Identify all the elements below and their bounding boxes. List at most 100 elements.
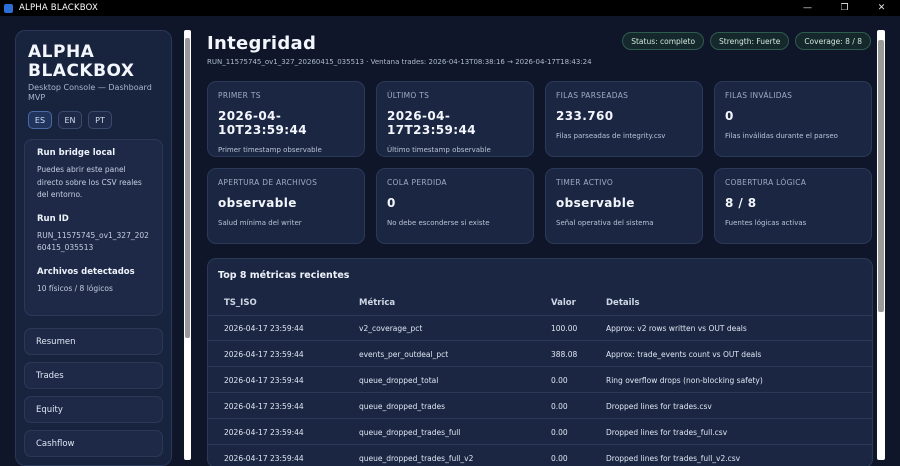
card-apertura-archivos: APERTURA DE ARCHIVOS observable Salud mí… [207,168,365,244]
cell-metric: events_per_outdeal_pct [359,350,449,359]
cell-metric: queue_dropped_trades_full_v2 [359,454,474,463]
cell-ts: 2026-04-17 23:59:44 [224,402,304,411]
cell-ts: 2026-04-17 23:59:44 [224,428,304,437]
main-scrollbar-thumb[interactable] [878,40,884,312]
lang-en-button[interactable]: EN [58,111,82,129]
sidebar-item-trades[interactable]: Trades [24,362,163,389]
card-label: COLA PERDIDA [387,178,447,187]
card-value: observable [218,196,297,210]
main-scrollbar[interactable] [877,30,885,466]
card-label: APERTURA DE ARCHIVOS [218,178,318,187]
cell-details: Dropped lines for trades_full.csv [606,428,728,437]
card-label: ÚLTIMO TS [387,91,430,100]
cell-details: Dropped lines for trades.csv [606,402,712,411]
sidebar-scrollbar-thumb[interactable] [185,38,190,338]
sidebar-item-equity[interactable]: Equity [24,396,163,423]
sidebar-item-resumen[interactable]: Resumen [24,328,163,355]
card-value: 0 [725,109,734,123]
card-desc: Último timestamp observable [387,146,491,154]
card-value: 233.760 [556,109,614,123]
main-content: Integridad RUN_11575745_ov1_327_20260415… [196,16,876,466]
bridge-title: Run bridge local [37,148,116,158]
cell-metric: queue_dropped_total [359,376,439,385]
minimize-button[interactable]: — [789,0,826,16]
run-bridge-panel: Run bridge local Puedes abrir este panel… [24,139,163,316]
run-id-value: RUN_11575745_ov1_327_20260415_035513 [37,230,149,253]
cell-ts: 2026-04-17 23:59:44 [224,376,304,385]
close-button[interactable]: ✕ [863,0,900,16]
cell-details: Dropped lines for trades_full_v2.csv [606,454,741,463]
brand-line-2: BLACKBOX [28,61,135,81]
table-header: TS_ISO Métrica Valor Details [208,290,872,316]
window-titlebar: ALPHA BLACKBOX — ❐ ✕ [0,0,900,16]
card-desc: Señal operativa del sistema [556,219,654,227]
card-desc: Filas inválidas durante el parseo [725,132,838,140]
page-title: Integridad [207,33,317,54]
card-label: TIMER ACTIVO [556,178,614,187]
column-header-ts[interactable]: TS_ISO [224,298,257,308]
brand-title: ALPHA BLACKBOX [28,43,159,81]
app-icon [4,3,13,13]
table-row: 2026-04-17 23:59:44 queue_dropped_trades… [208,394,872,419]
sidebar-item-cashflow[interactable]: Cashflow [24,430,163,457]
card-label: FILAS INVÁLIDAS [725,91,793,100]
card-timer-activo: TIMER ACTIVO observable Señal operativa … [545,168,703,244]
card-value: observable [556,196,635,210]
window-title: ALPHA BLACKBOX [19,3,98,13]
bridge-text: Puedes abrir este panel directo sobre lo… [37,165,142,199]
card-desc: Primer timestamp observable [218,146,322,154]
cell-details: Approx: trade_events count vs OUT deals [606,350,762,359]
brand-subtitle: Desktop Console — Dashboard MVP [28,83,152,102]
cell-metric: queue_dropped_trades [359,402,446,411]
card-desc: No debe esconderse si existe [387,219,490,227]
cell-value: 0.00 [551,402,568,411]
status-pills: Status: completo Strength: Fuerte Covera… [622,32,871,50]
lang-es-button[interactable]: ES [28,111,52,129]
sidebar-scrollbar[interactable] [184,30,191,466]
column-header-valor[interactable]: Valor [551,298,576,308]
card-value: 2026-04-10T23:59:44 [218,109,307,137]
cell-metric: v2_coverage_pct [359,324,423,333]
card-label: PRIMER TS [218,91,261,100]
run-id-title: Run ID [37,213,69,224]
cell-metric: queue_dropped_trades_full [359,428,461,437]
card-filas-parseadas: FILAS PARSEADAS 233.760 Filas parseadas … [545,81,703,157]
table-row: 2026-04-17 23:59:44 queue_dropped_trades… [208,420,872,445]
lang-pt-button[interactable]: PT [88,111,112,129]
cell-value: 0.00 [551,376,568,385]
files-title: Archivos detectados [37,266,135,277]
card-primer-ts: PRIMER TS 2026-04-10T23:59:44 Primer tim… [207,81,365,157]
cell-details: Ring overflow drops (non-blocking safety… [606,376,763,385]
card-ultimo-ts: ÚLTIMO TS 2026-04-17T23:59:44 Último tim… [376,81,534,157]
table-title: Top 8 métricas recientes [218,270,350,281]
run-window-line: RUN_11575745_ov1_327_20260415_035513 · V… [207,58,592,66]
card-cola-perdida: COLA PERDIDA 0 No debe esconderse si exi… [376,168,534,244]
cell-value: 100.00 [551,324,578,333]
card-filas-invalidas: FILAS INVÁLIDAS 0 Filas inválidas durant… [714,81,872,157]
brand: ALPHA BLACKBOX Desktop Console — Dashboa… [16,31,171,103]
files-value: 10 físicos / 8 lógicos [37,283,113,293]
cell-value: 0.00 [551,428,568,437]
card-desc: Fuentes lógicas activas [725,219,807,227]
column-header-metrica[interactable]: Métrica [359,298,395,308]
language-switcher: ES EN PT [16,103,171,129]
status-badge: Status: completo [622,32,705,50]
table-row: 2026-04-17 23:59:44 queue_dropped_total … [208,368,872,393]
table-row: 2026-04-17 23:59:44 events_per_outdeal_p… [208,342,872,367]
cell-ts: 2026-04-17 23:59:44 [224,324,304,333]
strength-badge: Strength: Fuerte [710,32,790,50]
column-header-details[interactable]: Details [606,298,640,308]
cell-value: 0.00 [551,454,568,463]
cell-value: 388.08 [551,350,578,359]
card-value: 0 [387,196,396,210]
metrics-table-panel: Top 8 métricas recientes TS_ISO Métrica … [207,258,873,466]
card-desc: Filas parseadas de integrity.csv [556,132,666,140]
cell-ts: 2026-04-17 23:59:44 [224,350,304,359]
card-label: COBERTURA LÓGICA [725,178,807,187]
maximize-button[interactable]: ❐ [826,0,863,16]
card-value: 2026-04-17T23:59:44 [387,109,476,137]
coverage-badge: Coverage: 8 / 8 [795,32,871,50]
table-row: 2026-04-17 23:59:44 queue_dropped_trades… [208,446,872,466]
card-label: FILAS PARSEADAS [556,91,629,100]
card-cobertura-logica: COBERTURA LÓGICA 8 / 8 Fuentes lógicas a… [714,168,872,244]
